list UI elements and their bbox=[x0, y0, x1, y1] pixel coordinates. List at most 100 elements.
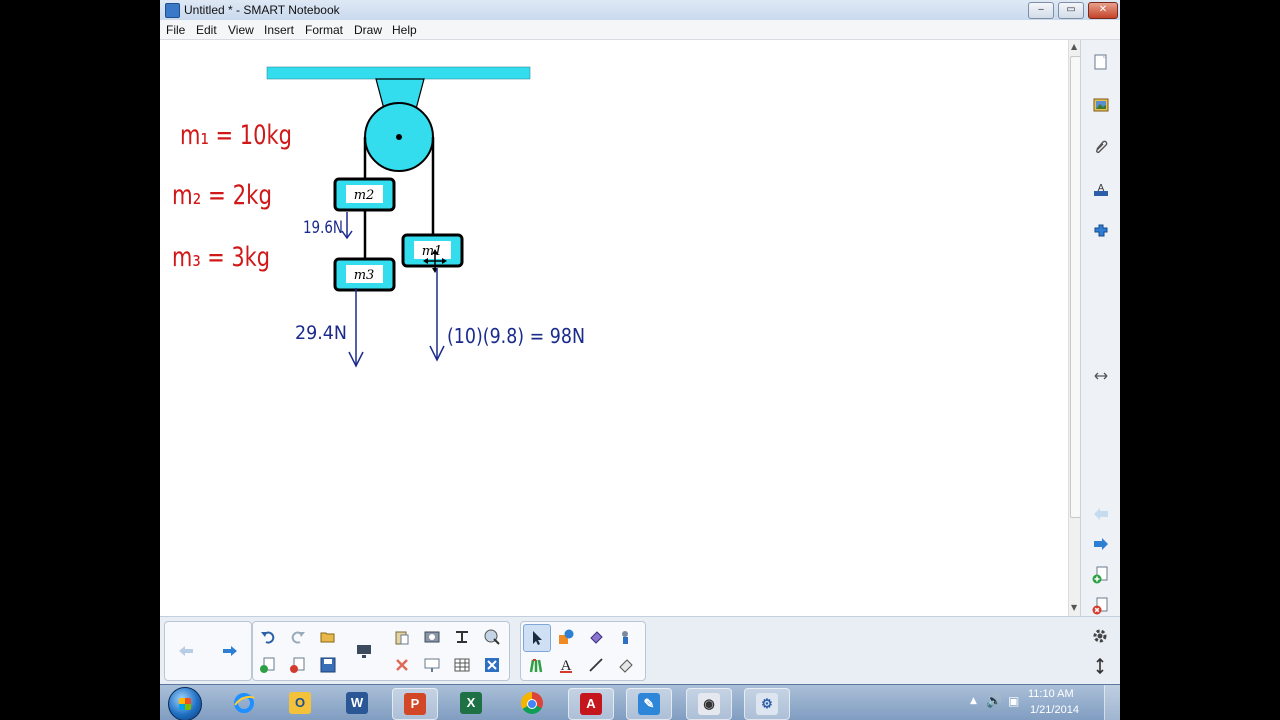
svg-text:A: A bbox=[561, 658, 572, 673]
toolbar-right-group bbox=[1080, 616, 1120, 685]
menu-edit[interactable]: Edit bbox=[196, 23, 217, 37]
clock-time[interactable]: 11:10 AM bbox=[1028, 688, 1074, 700]
properties-icon[interactable]: A bbox=[1087, 175, 1115, 203]
pulley-diagram[interactable]: m2 m3 m1 m₁ = 10kg m₂ = 2kg m₃ = 3kg 19.… bbox=[160, 40, 1068, 616]
menu-format[interactable]: Format bbox=[305, 23, 343, 37]
lines-icon[interactable] bbox=[583, 652, 609, 678]
add-page-icon[interactable] bbox=[1087, 561, 1115, 589]
ceiling-support[interactable] bbox=[266, 66, 531, 80]
taskbar-internet-explorer[interactable] bbox=[222, 688, 266, 718]
navigation-group bbox=[164, 621, 252, 681]
redo-icon[interactable] bbox=[285, 624, 311, 650]
adobe-reader-icon: A bbox=[580, 693, 602, 715]
paste-icon[interactable] bbox=[389, 624, 415, 650]
volume-icon[interactable]: 🔊 bbox=[986, 694, 1002, 709]
maximize-button[interactable]: ▭ bbox=[1058, 2, 1084, 19]
powerpoint-icon: P bbox=[404, 693, 426, 715]
open-icon[interactable] bbox=[315, 624, 341, 650]
side-panel: A bbox=[1080, 40, 1120, 684]
app-icon bbox=[165, 3, 180, 18]
close-icon[interactable] bbox=[479, 652, 505, 678]
expand-arrow-icon[interactable] bbox=[1087, 362, 1115, 390]
pens-icon[interactable] bbox=[523, 652, 549, 678]
delete-icon[interactable] bbox=[389, 652, 415, 678]
camera-icon: ◉ bbox=[698, 693, 720, 715]
attachments-icon[interactable] bbox=[1087, 133, 1115, 161]
given-m1[interactable]: m₁ = 10kg bbox=[180, 120, 292, 151]
shade-icon[interactable] bbox=[419, 652, 445, 678]
full-screen-icon[interactable] bbox=[479, 624, 505, 650]
bottom-toolbar: A bbox=[160, 616, 1080, 685]
block-m3-label: m3 bbox=[354, 268, 375, 283]
given-m2[interactable]: m₂ = 2kg bbox=[172, 180, 272, 211]
block-m2-label: m2 bbox=[354, 188, 375, 203]
taskbar-word[interactable]: W bbox=[335, 688, 379, 718]
show-hidden-icons-icon[interactable]: ▲ bbox=[970, 696, 977, 706]
page-sorter-icon[interactable] bbox=[1087, 48, 1115, 76]
display-icon[interactable] bbox=[351, 638, 377, 664]
menu-draw[interactable]: Draw bbox=[354, 23, 382, 37]
menu-view[interactable]: View bbox=[228, 23, 254, 37]
fill-icon[interactable] bbox=[583, 624, 609, 650]
clock-date[interactable]: 1/21/2014 bbox=[1030, 704, 1079, 716]
menu-help[interactable]: Help bbox=[392, 23, 417, 37]
menu-file[interactable]: File bbox=[166, 23, 185, 37]
table-icon[interactable] bbox=[449, 652, 475, 678]
pulley-axle bbox=[396, 134, 402, 140]
move-toolbar-icon[interactable] bbox=[1087, 653, 1113, 679]
taskbar-excel[interactable]: X bbox=[449, 688, 493, 718]
internet-explorer-icon bbox=[233, 692, 255, 714]
screen-capture-icon[interactable] bbox=[419, 624, 445, 650]
previous-page-icon[interactable] bbox=[1087, 500, 1115, 528]
chrome-icon bbox=[521, 692, 543, 714]
tools-group: A bbox=[520, 621, 646, 681]
addons-icon[interactable] bbox=[1087, 217, 1115, 245]
outlook-icon: O bbox=[289, 692, 311, 714]
menu-insert[interactable]: Insert bbox=[264, 23, 294, 37]
close-button[interactable]: ✕ bbox=[1088, 2, 1118, 19]
scroll-up-icon[interactable]: ▲ bbox=[1071, 42, 1077, 51]
next-page-icon[interactable] bbox=[1087, 530, 1115, 558]
taskbar-camera[interactable]: ◉ bbox=[686, 688, 732, 720]
gallery-icon[interactable] bbox=[1087, 91, 1115, 119]
taskbar-powerpoint[interactable]: P bbox=[392, 688, 438, 720]
taskbar-outlook[interactable]: O bbox=[278, 688, 322, 718]
eraser-icon[interactable] bbox=[613, 652, 639, 678]
windows-logo-icon bbox=[179, 698, 191, 710]
given-m3[interactable]: m₃ = 3kg bbox=[172, 242, 270, 273]
minimize-button[interactable]: ‒ bbox=[1028, 2, 1054, 19]
settings-icon[interactable] bbox=[1087, 623, 1113, 649]
force-m3-weight-label[interactable]: 29.4N bbox=[295, 322, 347, 344]
taskbar-smart-notebook[interactable]: ✎ bbox=[626, 688, 672, 720]
save-icon[interactable] bbox=[315, 652, 341, 678]
whiteboard-canvas[interactable]: m2 m3 m1 m₁ = 10kg m₂ = 2kg m₃ = 3kg 19.… bbox=[160, 40, 1068, 616]
select-icon[interactable] bbox=[523, 624, 551, 652]
smart-tools-icon: ⚙ bbox=[756, 693, 778, 715]
taskbar-smart-tools[interactable]: ⚙ bbox=[744, 688, 790, 720]
undo-icon[interactable] bbox=[255, 624, 281, 650]
network-icon[interactable]: ▣ bbox=[1008, 694, 1019, 708]
text-icon[interactable]: A bbox=[553, 652, 579, 678]
show-desktop-button[interactable] bbox=[1104, 685, 1120, 720]
windows-taskbar: O W P X A ✎ ◉ ⚙ ▲ 🔊 ▣ 11:10 AM 1/21/2014 bbox=[160, 684, 1120, 720]
taskbar-chrome[interactable] bbox=[510, 688, 554, 718]
back-icon[interactable] bbox=[173, 638, 199, 664]
title-bar: Untitled * - SMART Notebook ‒ ▭ ✕ bbox=[160, 0, 1120, 21]
delete-page-icon[interactable] bbox=[285, 652, 311, 678]
excel-icon: X bbox=[460, 692, 482, 714]
svg-text:A: A bbox=[1098, 183, 1105, 194]
smart-notebook-icon: ✎ bbox=[638, 693, 660, 715]
forward-icon[interactable] bbox=[217, 638, 243, 664]
word-icon: W bbox=[346, 692, 368, 714]
window-title: Untitled * - SMART Notebook bbox=[184, 3, 340, 17]
scroll-down-icon[interactable]: ▼ bbox=[1071, 603, 1077, 612]
force-m1-weight-label[interactable]: (10)(9.8) = 98N bbox=[447, 324, 585, 348]
start-button[interactable] bbox=[168, 687, 202, 720]
taskbar-adobe-reader[interactable]: A bbox=[568, 688, 614, 720]
add-page-icon[interactable] bbox=[255, 652, 281, 678]
force-tension-label[interactable]: 19.6N bbox=[303, 218, 343, 238]
screen-shade-icon[interactable] bbox=[449, 624, 475, 650]
shapes-icon[interactable] bbox=[553, 624, 579, 650]
block-m1-label: m1 bbox=[422, 244, 443, 259]
magic-pen-icon[interactable] bbox=[613, 624, 639, 650]
